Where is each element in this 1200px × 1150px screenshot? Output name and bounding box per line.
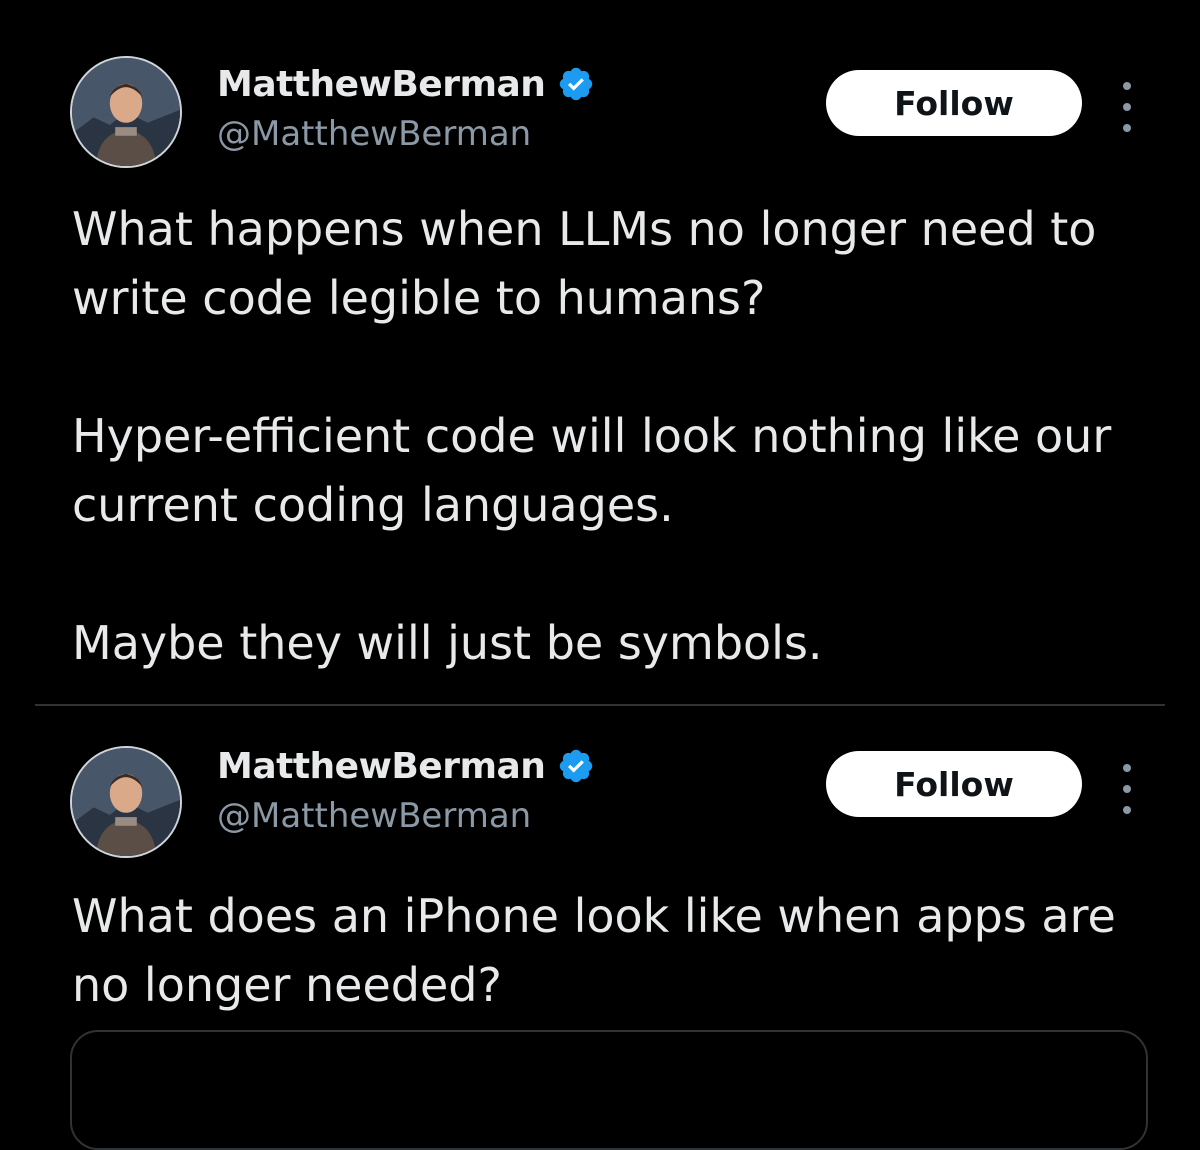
verified-badge-icon	[557, 65, 595, 103]
tweet-paragraph: Hyper-efficient code will look nothing l…	[72, 409, 1112, 532]
more-vertical-icon[interactable]	[1115, 82, 1139, 132]
tweet-paragraph: Maybe they will just be symbols.	[72, 616, 823, 670]
author-name-row[interactable]: MatthewBerman	[217, 60, 595, 108]
tweet[interactable]: MatthewBerman @MatthewBerman Follow What…	[0, 0, 1200, 704]
avatar[interactable]	[70, 746, 182, 858]
tweet-paragraph: What happens when LLMs no longer need to…	[72, 202, 1097, 325]
follow-button[interactable]: Follow	[826, 751, 1082, 817]
avatar[interactable]	[70, 56, 182, 168]
tweet-text: What does an iPhone look like when apps …	[72, 882, 1162, 1020]
tweet-paragraph: What does an iPhone look like when apps …	[72, 889, 1116, 1012]
tweet-text: What happens when LLMs no longer need to…	[72, 195, 1162, 678]
author-name-row[interactable]: MatthewBerman	[217, 742, 595, 790]
author-handle[interactable]: @MatthewBerman	[217, 796, 531, 836]
author-handle[interactable]: @MatthewBerman	[217, 114, 531, 154]
more-vertical-icon[interactable]	[1115, 764, 1139, 814]
author-display-name[interactable]: MatthewBerman	[217, 64, 546, 105]
verified-badge-icon	[557, 747, 595, 785]
author-display-name[interactable]: MatthewBerman	[217, 746, 546, 787]
quoted-content-card[interactable]	[70, 1030, 1148, 1150]
follow-button[interactable]: Follow	[826, 70, 1082, 136]
